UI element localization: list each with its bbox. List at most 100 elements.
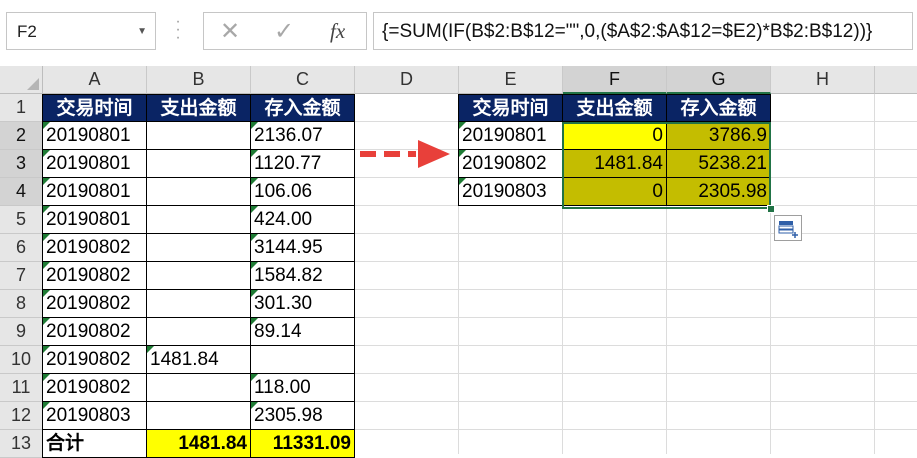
data-cell[interactable]: 20190802 <box>42 290 147 318</box>
data-cell[interactable] <box>147 150 251 178</box>
header-cell[interactable]: 交易时间 <box>458 94 563 122</box>
quick-analysis-button[interactable] <box>774 215 802 241</box>
data-cell[interactable]: 20190801 <box>458 122 563 150</box>
data-cell[interactable]: 5238.21 <box>667 150 771 178</box>
data-cell[interactable]: 20190803 <box>42 402 147 430</box>
name-box[interactable]: F2 ▼ <box>6 12 156 50</box>
data-cell[interactable]: 20190802 <box>42 318 147 346</box>
data-cell[interactable]: 20190802 <box>458 150 563 178</box>
data-cell[interactable]: 2305.98 <box>251 402 355 430</box>
vertical-dots-icon[interactable]: · · · <box>170 14 186 46</box>
cell-value: 11331.09 <box>272 433 351 454</box>
data-cell[interactable] <box>147 234 251 262</box>
fx-icon[interactable]: fx <box>330 19 345 44</box>
data-cell[interactable]: 20190802 <box>42 346 147 374</box>
data-cell[interactable] <box>147 122 251 150</box>
row-header-4[interactable]: 4 <box>0 178 43 206</box>
fill-handle[interactable] <box>767 205 775 213</box>
data-cell[interactable]: 1481.84 <box>147 346 251 374</box>
row-header-7[interactable]: 7 <box>0 262 43 290</box>
cell-value: 3786.9 <box>708 125 767 146</box>
data-cell[interactable] <box>147 402 251 430</box>
data-cell[interactable]: 20190801 <box>42 206 147 234</box>
error-indicator-icon <box>43 178 50 185</box>
data-cell[interactable]: 20190801 <box>42 150 147 178</box>
cell-value: 2305.98 <box>254 405 323 426</box>
select-all-corner[interactable] <box>0 66 43 94</box>
data-cell[interactable] <box>147 374 251 402</box>
data-cell[interactable]: 1120.77 <box>251 150 355 178</box>
cell-value: 106.06 <box>254 181 313 202</box>
data-cell[interactable]: 20190802 <box>42 262 147 290</box>
data-cell[interactable] <box>147 206 251 234</box>
row-header-5[interactable]: 5 <box>0 206 43 234</box>
cell-value: 20190801 <box>46 181 131 202</box>
data-cell[interactable]: 2305.98 <box>667 178 771 206</box>
data-cell[interactable]: 20190802 <box>42 374 147 402</box>
column-header-next[interactable] <box>875 66 917 94</box>
data-cell[interactable]: 0 <box>563 122 667 150</box>
data-cell[interactable]: 20190803 <box>458 178 563 206</box>
column-header-e[interactable]: E <box>459 66 563 94</box>
row-header-1[interactable]: 1 <box>0 94 43 122</box>
cell-value: 交易时间 <box>56 98 133 119</box>
formula-input[interactable]: {=SUM(IF(B$2:B$12="",0,($A$2:$A$12=$E2)*… <box>373 12 913 50</box>
cell-value: 20190802 <box>46 321 131 342</box>
data-cell[interactable] <box>147 290 251 318</box>
column-header-a[interactable]: A <box>43 66 147 94</box>
check-icon[interactable]: ✓ <box>274 17 294 46</box>
cell-value: 20190802 <box>46 349 131 370</box>
data-cell[interactable]: 20190802 <box>42 234 147 262</box>
data-cell[interactable]: 424.00 <box>251 206 355 234</box>
error-indicator-icon <box>459 178 466 185</box>
header-cell[interactable]: 支出金额 <box>147 94 251 122</box>
column-header-h[interactable]: H <box>771 66 875 94</box>
error-indicator-icon <box>251 402 258 409</box>
data-cell[interactable]: 1584.82 <box>251 262 355 290</box>
error-indicator-icon <box>43 346 50 353</box>
header-cell[interactable]: 支出金额 <box>563 94 667 122</box>
data-cell[interactable]: 3786.9 <box>667 122 771 150</box>
data-cell[interactable]: 2136.07 <box>251 122 355 150</box>
row-header-10[interactable]: 10 <box>0 346 43 374</box>
error-indicator-icon <box>251 318 258 325</box>
data-cell[interactable]: 20190801 <box>42 122 147 150</box>
data-cell[interactable] <box>147 178 251 206</box>
data-cell[interactable]: 89.14 <box>251 318 355 346</box>
header-cell[interactable]: 存入金额 <box>667 94 771 122</box>
column-header-f[interactable]: F <box>563 66 667 94</box>
row-header-11[interactable]: 11 <box>0 374 43 402</box>
row-header-8[interactable]: 8 <box>0 290 43 318</box>
error-indicator-icon <box>251 150 258 157</box>
data-cell[interactable]: 1481.84 <box>563 150 667 178</box>
column-header-g[interactable]: G <box>667 66 771 94</box>
header-cell[interactable]: 交易时间 <box>42 94 147 122</box>
row-header-6[interactable]: 6 <box>0 234 43 262</box>
data-cell[interactable] <box>251 346 355 374</box>
cell-value: 1481.84 <box>178 433 247 454</box>
row-header-9[interactable]: 9 <box>0 318 43 346</box>
data-cell[interactable] <box>147 262 251 290</box>
chevron-down-icon[interactable]: ▼ <box>137 26 147 37</box>
error-indicator-icon <box>459 150 466 157</box>
row-header-3[interactable]: 3 <box>0 150 43 178</box>
data-cell[interactable]: 301.30 <box>251 290 355 318</box>
row-header-2[interactable]: 2 <box>0 122 43 150</box>
error-indicator-icon <box>251 178 258 185</box>
cell-value: 424.00 <box>254 209 313 230</box>
data-cell[interactable]: 118.00 <box>251 374 355 402</box>
data-cell[interactable]: 3144.95 <box>251 234 355 262</box>
data-cell[interactable]: 0 <box>563 178 667 206</box>
x-icon[interactable]: ✕ <box>220 17 240 46</box>
data-cell[interactable] <box>147 318 251 346</box>
error-indicator-icon <box>43 402 50 409</box>
column-header-b[interactable]: B <box>147 66 251 94</box>
row-header-12[interactable]: 12 <box>0 402 43 430</box>
column-header-c[interactable]: C <box>251 66 355 94</box>
header-cell[interactable]: 存入金额 <box>251 94 355 122</box>
data-cell[interactable]: 106.06 <box>251 178 355 206</box>
error-indicator-icon <box>251 122 258 129</box>
cell-value: 20190802 <box>46 377 131 398</box>
data-cell[interactable]: 20190801 <box>42 178 147 206</box>
column-header-d[interactable]: D <box>355 66 459 94</box>
